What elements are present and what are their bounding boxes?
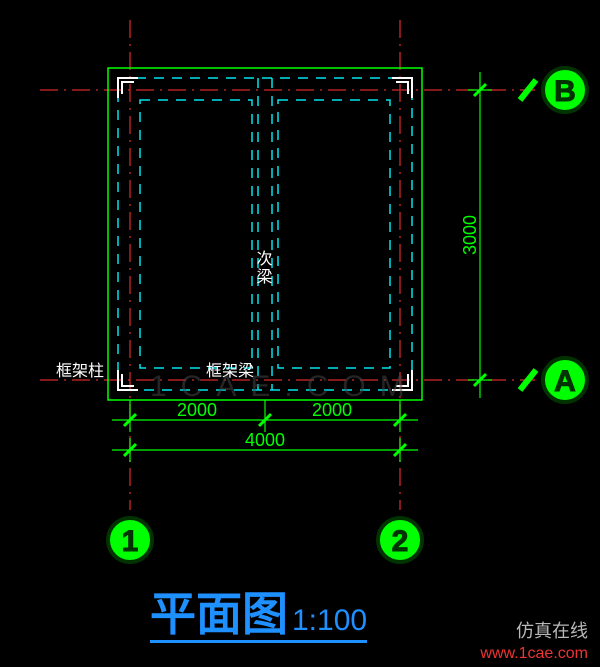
column-mark-tl (118, 78, 138, 98)
svg-text:1: 1 (122, 525, 139, 558)
dim-text-total: 4000 (245, 430, 285, 450)
drawing-title: 平面图1:100 (150, 590, 367, 643)
column-mark-tr (392, 78, 412, 98)
title-scale: 1:100 (292, 604, 367, 637)
watermark-text: 仿真在线 (516, 617, 588, 643)
beam-outline-outer (118, 78, 412, 390)
title-text: 平面图 (150, 588, 288, 640)
grid-bubble-a: A (543, 358, 587, 402)
label-column: 框架柱 (56, 362, 104, 380)
grid-bubble-1: 1 (108, 518, 152, 562)
slab-outline (108, 68, 422, 400)
beam-inner-left (140, 100, 252, 368)
svg-text:A: A (554, 365, 576, 398)
grid-bubble-2: 2 (378, 518, 422, 562)
svg-text:B: B (554, 75, 576, 108)
beam-inner-right (278, 100, 390, 368)
svg-text:2: 2 (392, 525, 409, 558)
grid-bubble-b: B (543, 68, 587, 112)
source-url-text: www.1cae.com (480, 645, 588, 663)
label-secondary-beam: 次梁 (254, 250, 273, 286)
dim-text-height: 3000 (460, 215, 480, 255)
faint-watermark: 1CAE.COM (150, 370, 419, 404)
